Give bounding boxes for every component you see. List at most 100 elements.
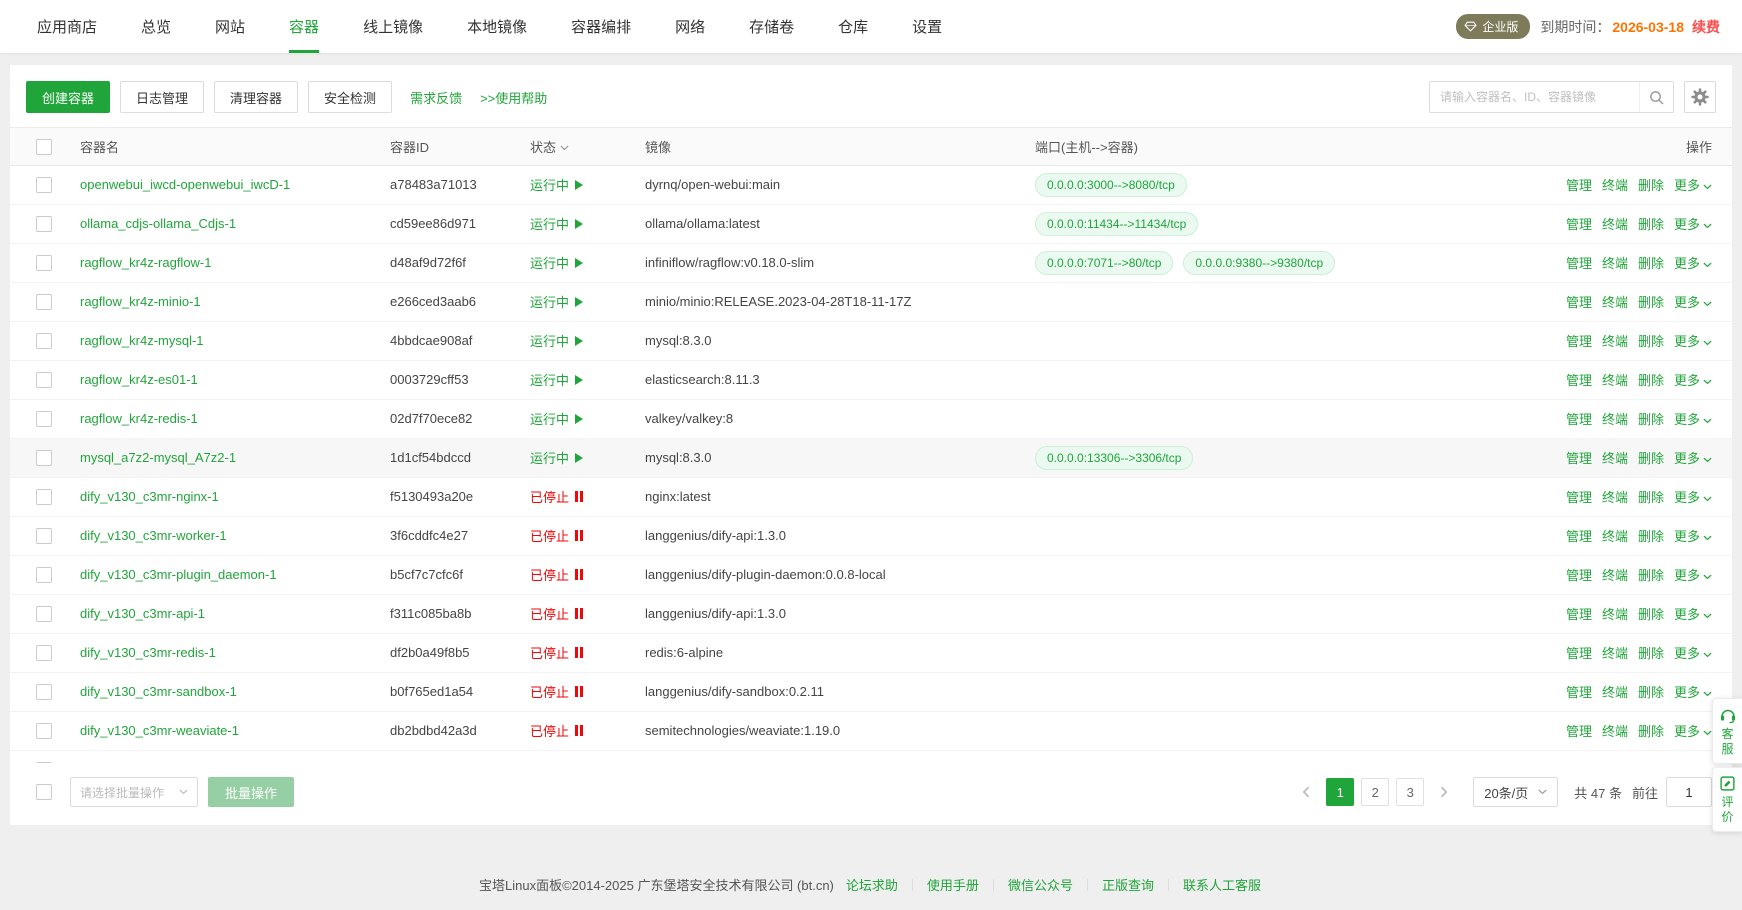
more-link[interactable]: 更多 [1674,373,1712,388]
manage-link[interactable]: 管理 [1566,412,1592,427]
customer-service-widget[interactable]: 客服 [1712,698,1742,764]
terminal-link[interactable]: 终端 [1602,685,1628,700]
goto-page-input[interactable] [1666,777,1712,807]
more-link[interactable]: 更多 [1674,490,1712,505]
container-name-link[interactable]: dify_v130_c3mr-sandbox-1 [80,684,237,699]
status-running[interactable]: 运行中 [530,370,583,389]
delete-link[interactable]: 删除 [1638,607,1664,622]
row-checkbox[interactable] [36,528,52,544]
feedback-link[interactable]: 需求反馈 [410,88,462,107]
manage-link[interactable]: 管理 [1566,178,1592,193]
row-checkbox[interactable] [36,255,52,271]
row-checkbox[interactable] [36,723,52,739]
manage-link[interactable]: 管理 [1566,373,1592,388]
more-link[interactable]: 更多 [1674,178,1712,193]
terminal-link[interactable]: 终端 [1602,568,1628,583]
manage-link[interactable]: 管理 [1566,568,1592,583]
nav-tab-overview[interactable]: 总览 [126,0,186,53]
clean-containers-button[interactable]: 清理容器 [214,81,298,113]
manage-link[interactable]: 管理 [1566,724,1592,739]
manage-link[interactable]: 管理 [1566,334,1592,349]
nav-tab-local-image[interactable]: 本地镜像 [452,0,542,53]
container-name-link[interactable]: ollama_cdjs-ollama_Cdjs-1 [80,216,236,231]
status-running[interactable]: 运行中 [530,214,583,233]
container-name-link[interactable]: ragflow_kr4z-minio-1 [80,294,201,309]
log-management-button[interactable]: 日志管理 [120,81,204,113]
row-checkbox[interactable] [36,216,52,232]
help-link[interactable]: >>使用帮助 [480,88,547,107]
row-checkbox[interactable] [36,606,52,622]
delete-link[interactable]: 删除 [1638,685,1664,700]
terminal-link[interactable]: 终端 [1602,451,1628,466]
security-check-button[interactable]: 安全检测 [308,81,392,113]
status-running[interactable]: 运行中 [530,175,583,194]
terminal-link[interactable]: 终端 [1602,646,1628,661]
nav-tab-network[interactable]: 网络 [660,0,720,53]
status-stopped[interactable]: 已停止 [530,487,583,506]
status-running[interactable]: 运行中 [530,292,583,311]
status-stopped[interactable]: 已停止 [530,604,583,623]
status-stopped[interactable]: 已停止 [530,643,583,662]
terminal-link[interactable]: 终端 [1602,490,1628,505]
nav-tab-app-store[interactable]: 应用商店 [22,0,112,53]
terminal-link[interactable]: 终端 [1602,178,1628,193]
batch-apply-button[interactable]: 批量操作 [208,777,294,807]
batch-select-all-checkbox[interactable] [36,784,52,800]
delete-link[interactable]: 删除 [1638,568,1664,583]
table-settings-button[interactable] [1684,81,1716,113]
container-name-link[interactable]: dify_v130_c3mr-nginx-1 [80,489,219,504]
manage-link[interactable]: 管理 [1566,529,1592,544]
row-checkbox[interactable] [36,762,52,763]
batch-operation-select[interactable]: 请选择批量操作 [70,777,198,807]
manage-link[interactable]: 管理 [1566,490,1592,505]
delete-link[interactable]: 删除 [1638,529,1664,544]
manage-link[interactable]: 管理 [1566,646,1592,661]
status-stopped[interactable]: 已停止 [530,760,583,763]
more-link[interactable]: 更多 [1674,451,1712,466]
status-stopped[interactable]: 已停止 [530,682,583,701]
delete-link[interactable]: 删除 [1638,256,1664,271]
delete-link[interactable]: 删除 [1638,178,1664,193]
delete-link[interactable]: 删除 [1638,646,1664,661]
container-name-link[interactable]: dify_v130_c3mr-weaviate-1 [80,723,239,738]
review-widget[interactable]: 评价 [1712,767,1742,832]
manage-link[interactable]: 管理 [1566,607,1592,622]
header-status-filter[interactable]: 状态 [530,128,645,165]
manage-link[interactable]: 管理 [1566,217,1592,232]
renew-link[interactable]: 续费 [1692,17,1720,37]
row-checkbox[interactable] [36,294,52,310]
container-name-link[interactable]: dify_v130_c3mr-worker-1 [80,528,227,543]
row-checkbox[interactable] [36,177,52,193]
container-name-link[interactable]: dify_v130_c3mr-plugin_daemon-1 [80,567,277,582]
more-link[interactable]: 更多 [1674,529,1712,544]
container-name-link[interactable]: openwebui_iwcd-openwebui_iwcD-1 [80,177,290,192]
manage-link[interactable]: 管理 [1566,295,1592,310]
terminal-link[interactable]: 终端 [1602,529,1628,544]
container-name-link[interactable]: dify_v130_c3mr-api-1 [80,606,205,621]
status-stopped[interactable]: 已停止 [530,721,583,740]
nav-tab-website[interactable]: 网站 [200,0,260,53]
select-all-checkbox[interactable] [36,139,52,155]
nav-tab-settings[interactable]: 设置 [897,0,957,53]
page-button-1[interactable]: 1 [1326,778,1354,806]
terminal-link[interactable]: 终端 [1602,607,1628,622]
row-checkbox[interactable] [36,684,52,700]
delete-link[interactable]: 删除 [1638,412,1664,427]
container-name-link[interactable]: dify_v130_c3mr-redis-1 [80,645,216,660]
terminal-link[interactable]: 终端 [1602,373,1628,388]
delete-link[interactable]: 删除 [1638,334,1664,349]
status-running[interactable]: 运行中 [530,331,583,350]
more-link[interactable]: 更多 [1674,295,1712,310]
manage-link[interactable]: 管理 [1566,685,1592,700]
footer-link[interactable]: 联系人工客服 [1183,878,1261,893]
nav-tab-volume[interactable]: 存储卷 [734,0,809,53]
row-checkbox[interactable] [36,645,52,661]
container-name-link[interactable]: mysql_a7z2-mysql_A7z2-1 [80,450,236,465]
nav-tab-compose[interactable]: 容器编排 [556,0,646,53]
delete-link[interactable]: 删除 [1638,295,1664,310]
more-link[interactable]: 更多 [1674,607,1712,622]
row-checkbox[interactable] [36,450,52,466]
terminal-link[interactable]: 终端 [1602,256,1628,271]
next-page-button[interactable] [1431,778,1457,806]
terminal-link[interactable]: 终端 [1602,334,1628,349]
